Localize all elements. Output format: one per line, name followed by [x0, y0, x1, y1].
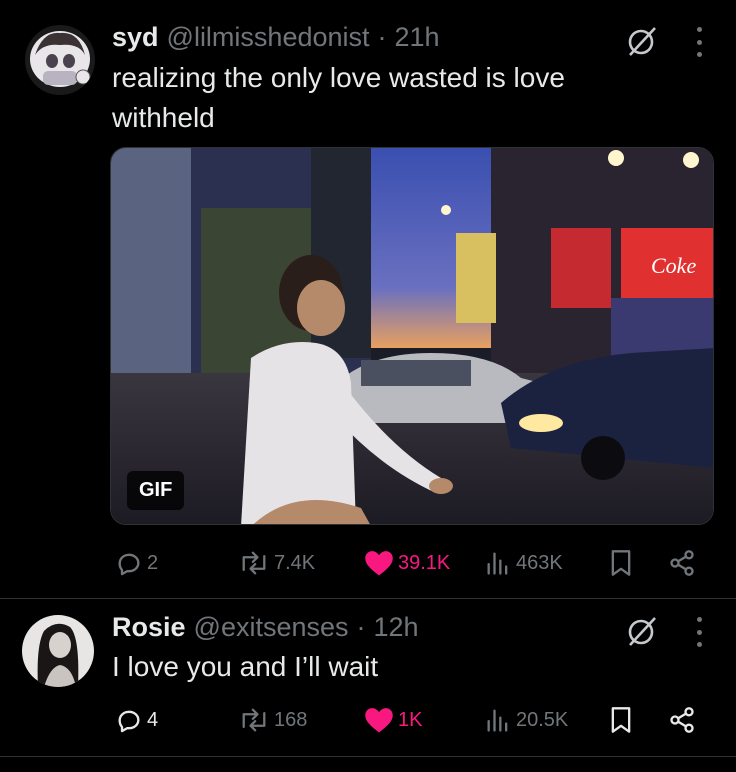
share-button[interactable] — [668, 543, 696, 583]
display-name[interactable]: Rosie — [112, 612, 186, 643]
heart-icon — [365, 551, 393, 576]
avatar[interactable] — [22, 615, 94, 687]
repost-icon — [242, 551, 266, 575]
like-button[interactable]: 1K — [364, 700, 422, 740]
tweet-header: syd @lilmisshedonist · 21h — [112, 22, 440, 53]
tweet-text-line-2: withheld — [112, 102, 215, 133]
share-icon — [670, 707, 694, 733]
tweet-text: realizing the only love wasted is love w… — [112, 58, 712, 138]
bookmark-button[interactable] — [609, 700, 633, 740]
repost-button[interactable]: 7.4K — [238, 543, 315, 583]
tweet-1[interactable]: syd @lilmisshedonist · 21h realizing the… — [0, 0, 736, 600]
views-count: 463K — [516, 551, 563, 574]
avatar[interactable] — [25, 25, 95, 95]
svg-text:Coke: Coke — [651, 253, 696, 278]
repost-button[interactable]: 168 — [238, 700, 307, 740]
display-name[interactable]: syd — [112, 22, 159, 53]
reply-button[interactable]: 4 — [115, 700, 158, 740]
more-icon[interactable] — [694, 617, 704, 647]
repost-count: 7.4K — [274, 551, 316, 574]
bookmark-icon — [611, 550, 631, 576]
tweet-text: I love you and I’ll wait — [112, 651, 379, 682]
reply-icon — [118, 710, 140, 733]
handle[interactable]: @lilmisshedonist — [167, 22, 370, 53]
avatar-image — [22, 615, 94, 687]
reply-count: 2 — [147, 551, 159, 574]
heart-icon — [365, 708, 393, 733]
views-icon — [487, 552, 508, 575]
tweet-actions: 4 168 1K 20.5K — [0, 700, 736, 740]
gif-badge: GIF — [127, 471, 185, 510]
views-button[interactable]: 463K — [484, 543, 563, 583]
reply-icon — [118, 553, 140, 576]
reply-button[interactable]: 2 — [115, 543, 158, 583]
views-count: 20.5K — [516, 708, 569, 731]
repost-icon — [242, 708, 266, 732]
repost-count: 168 — [274, 708, 308, 731]
timestamp[interactable]: 21h — [395, 22, 440, 53]
tweet-text-line-1: realizing the only love wasted is love — [112, 62, 565, 93]
tweet-header: Rosie @exitsenses · 12h — [112, 612, 419, 643]
share-button[interactable] — [668, 700, 696, 740]
bookmark-icon — [611, 707, 631, 733]
tweet-divider — [0, 756, 736, 757]
views-icon — [487, 709, 508, 732]
handle[interactable]: @exitsenses — [194, 612, 349, 643]
time-separator: · — [356, 612, 366, 642]
time-separator: · — [377, 22, 387, 52]
like-button[interactable]: 39.1K — [364, 543, 450, 583]
bookmark-button[interactable] — [609, 543, 633, 583]
tweet-2[interactable]: Rosie @exitsenses · 12h I love you and I… — [0, 600, 736, 772]
grok-icon[interactable] — [625, 614, 659, 648]
like-count: 1K — [398, 708, 423, 731]
gif-media[interactable]: Coke GIF — [110, 147, 714, 525]
grok-icon[interactable] — [625, 24, 659, 58]
like-count: 39.1K — [398, 551, 451, 574]
timestamp[interactable]: 12h — [374, 612, 419, 643]
share-icon — [670, 550, 694, 576]
avatar-image — [25, 25, 95, 95]
gif-scene-image: Coke — [111, 148, 713, 524]
tweet-divider — [0, 598, 736, 599]
reply-count: 4 — [147, 708, 159, 731]
more-icon[interactable] — [694, 27, 704, 57]
views-button[interactable]: 20.5K — [484, 700, 568, 740]
tweet-actions: 2 7.4K 39.1K 463K — [0, 543, 736, 583]
